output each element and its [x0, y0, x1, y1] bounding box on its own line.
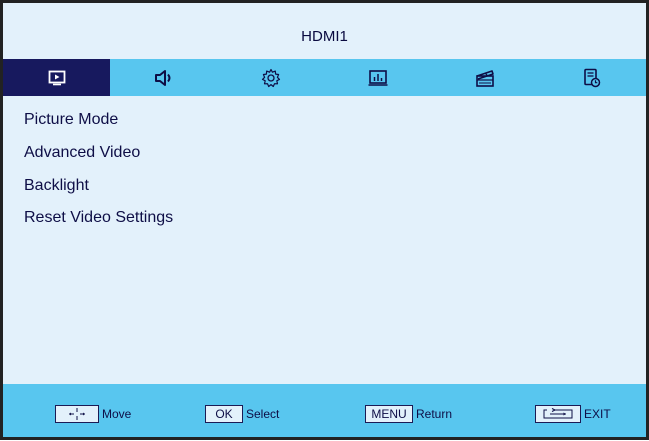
hint-move-label: Move [102, 407, 132, 421]
tab-picture[interactable] [3, 59, 111, 96]
menu-item-picture-mode[interactable]: Picture Mode [24, 111, 118, 129]
clapperboard-icon [476, 69, 494, 87]
input-source-title: HDMI1 [301, 28, 348, 45]
tab-setup[interactable] [217, 59, 324, 96]
title-bar: HDMI1 [3, 3, 646, 59]
hint-exit-label: EXIT [584, 407, 611, 421]
hint-select: OK Select [205, 404, 279, 424]
hint-move: Move [55, 404, 131, 424]
tab-equalizer[interactable] [324, 59, 431, 96]
document-clock-icon [584, 68, 601, 87]
footer-hints: Move OK Select MENU Return EXIT [3, 384, 646, 437]
hint-return: MENU Return [365, 404, 452, 424]
tab-movie[interactable] [431, 59, 538, 96]
menu-panel: Picture Mode Advanced Video Backlight Re… [3, 96, 646, 384]
hint-select-label: Select [246, 407, 280, 421]
picture-icon [48, 70, 65, 85]
hint-return-label: Return [416, 407, 453, 421]
exit-key [535, 405, 581, 423]
menu-item-backlight[interactable]: Backlight [24, 177, 89, 195]
hint-exit: EXIT [535, 404, 611, 424]
speaker-icon [154, 69, 171, 86]
menu-item-reset-video-settings[interactable]: Reset Video Settings [24, 209, 173, 227]
dpad-icon [69, 408, 85, 420]
tab-timer[interactable] [538, 59, 645, 96]
gear-icon [261, 68, 280, 87]
tab-bar [3, 59, 646, 96]
menu-item-advanced-video[interactable]: Advanced Video [24, 144, 140, 162]
chart-icon [368, 69, 388, 86]
dpad-key [55, 405, 99, 423]
osd-window: HDMI1 Picture Mode Advanced Video Backli… [0, 0, 649, 440]
tab-audio[interactable] [110, 59, 217, 96]
menu-key: MENU [365, 405, 413, 423]
exit-key-icon [543, 408, 573, 419]
ok-key: OK [205, 405, 243, 423]
